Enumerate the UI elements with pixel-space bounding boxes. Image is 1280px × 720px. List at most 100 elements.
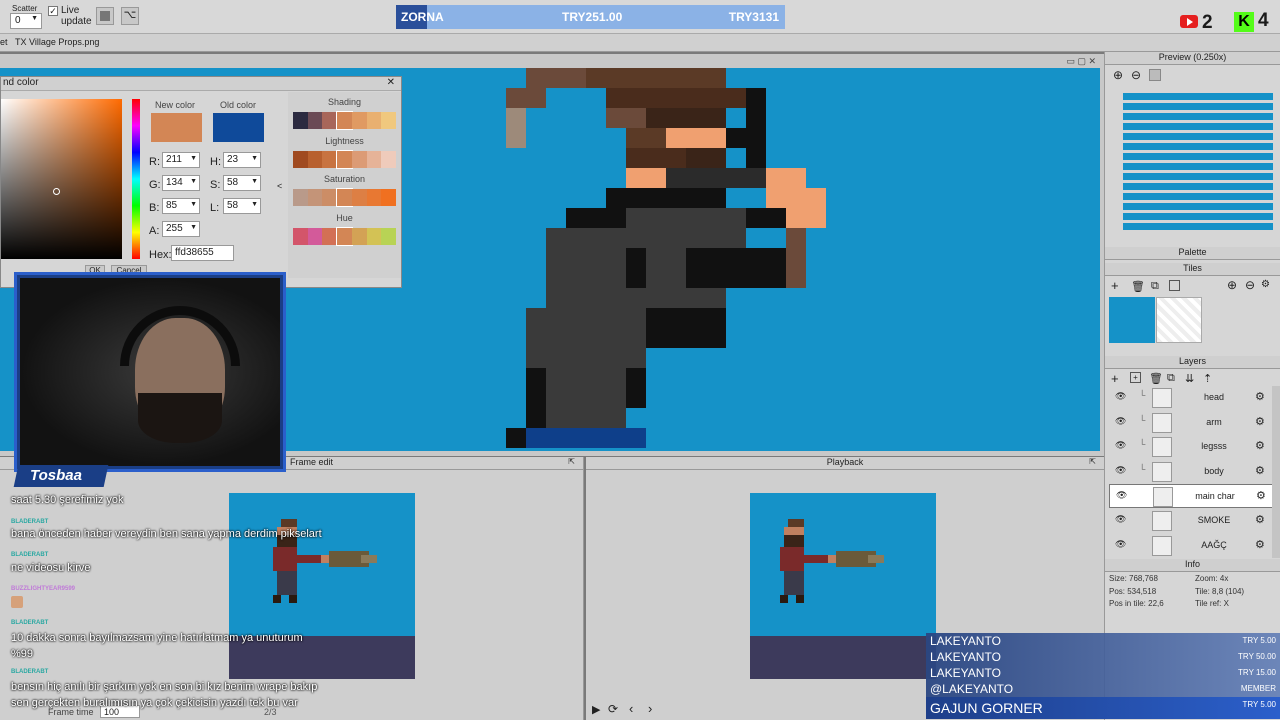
old-color-swatch[interactable] <box>213 113 264 142</box>
close-icon[interactable]: ✕ <box>387 77 395 88</box>
delete-tile-button[interactable]: 🗑 <box>1131 280 1145 293</box>
preview-grid-button[interactable] <box>1149 69 1161 81</box>
add-group-button[interactable]: + <box>1130 372 1141 383</box>
ramp-swatch[interactable] <box>322 112 338 129</box>
ramp-swatch[interactable] <box>307 151 323 168</box>
tile-empty[interactable] <box>1156 297 1202 343</box>
branch-tool-button[interactable]: ⌥ <box>121 7 139 25</box>
ramp-swatch[interactable] <box>351 228 367 245</box>
ramp-swatch[interactable] <box>351 151 367 168</box>
color-cursor[interactable] <box>53 188 60 195</box>
ramp-swatch[interactable] <box>366 112 382 129</box>
delete-layer-button[interactable]: 🗑 <box>1149 372 1163 385</box>
a-input[interactable]: 255 ▼ <box>162 221 200 237</box>
layer-row[interactable]: 👁 └ body ⚙ <box>1109 460 1274 484</box>
ramp-swatch[interactable] <box>293 151 308 168</box>
layer-row[interactable]: 👁 main char ⚙ <box>1109 484 1274 509</box>
gear-icon[interactable]: ⚙ <box>1256 489 1266 502</box>
eye-icon[interactable]: 👁 <box>1115 416 1126 427</box>
ramp-swatch[interactable] <box>293 112 308 129</box>
ramp-swatch[interactable] <box>351 112 367 129</box>
zoom-in-button[interactable]: ⊕ <box>1113 68 1123 82</box>
canvas-window-controls[interactable]: ▭ ▢ ✕ <box>1066 56 1096 67</box>
eye-icon[interactable]: 👁 <box>1115 391 1126 402</box>
eye-icon[interactable]: 👁 <box>1115 465 1126 476</box>
gear-icon[interactable]: ⚙ <box>1255 513 1265 526</box>
ramp-swatch[interactable] <box>366 151 382 168</box>
ramp-swatch[interactable] <box>322 151 338 168</box>
add-tile-button[interactable]: + <box>1111 278 1119 293</box>
ramp-swatch[interactable] <box>336 150 353 169</box>
scatter-select[interactable]: 0 ▼ <box>10 13 42 29</box>
layer-row[interactable]: 👁 └ arm ⚙ <box>1109 411 1274 435</box>
ramp-swatch[interactable] <box>366 189 382 206</box>
tiles-zoom-out-button[interactable]: ⊖ <box>1245 278 1255 292</box>
g-input[interactable]: 134 ▼ <box>162 175 200 191</box>
ramp-swatch[interactable] <box>322 189 338 206</box>
hue-slider[interactable] <box>132 99 140 259</box>
l-input[interactable]: 58 ▼ <box>223 198 261 214</box>
ramp-swatch[interactable] <box>381 151 396 168</box>
hex-input[interactable]: ffd38655 <box>171 245 234 261</box>
prev-frame-button[interactable]: ‹ <box>629 701 633 716</box>
ramp-swatch[interactable] <box>381 228 396 245</box>
layer-up-button[interactable]: ⇡ <box>1203 372 1212 385</box>
ramp-swatch[interactable] <box>307 228 323 245</box>
layers-scrollbar[interactable] <box>1272 386 1280 558</box>
saturation-ramp[interactable] <box>293 188 396 207</box>
ramp-swatch[interactable] <box>336 227 353 246</box>
ramp-swatch[interactable] <box>307 189 323 206</box>
pin-icon[interactable]: ⇱ <box>1089 457 1096 466</box>
shading-ramp[interactable] <box>293 111 396 130</box>
ramp-swatch[interactable] <box>366 228 382 245</box>
gear-icon[interactable]: ⚙ <box>1255 464 1265 477</box>
live-update-checkbox[interactable]: ✓ <box>48 6 58 16</box>
pin-icon[interactable]: ⇱ <box>568 457 575 466</box>
preview-thumbnail[interactable] <box>1123 93 1273 233</box>
ramp-swatch[interactable] <box>336 111 353 130</box>
s-input[interactable]: 58 ▼ <box>223 175 261 191</box>
eye-icon[interactable]: 👁 <box>1115 440 1126 451</box>
tile-blue[interactable] <box>1109 297 1155 343</box>
gear-icon[interactable]: ⚙ <box>1255 538 1265 551</box>
saturation-value-field[interactable] <box>1 99 122 259</box>
settings-button[interactable]: ⚙ <box>1261 279 1270 290</box>
copy-tile-button[interactable]: ⧉ <box>1151 280 1159 293</box>
gear-icon[interactable]: ⚙ <box>1255 439 1265 452</box>
h-input[interactable]: 23 ▼ <box>223 152 261 168</box>
ramp-swatch[interactable] <box>351 189 367 206</box>
tab-tileset[interactable]: et <box>0 37 8 47</box>
ramp-swatch[interactable] <box>381 189 396 206</box>
hue-ramp[interactable] <box>293 227 396 246</box>
gear-icon[interactable]: ⚙ <box>1255 415 1265 428</box>
loop-button[interactable]: ⟳ <box>608 702 618 716</box>
layer-row[interactable]: 👁 SMOKE ⚙ <box>1109 509 1274 533</box>
ramp-swatch[interactable] <box>293 228 308 245</box>
b-input[interactable]: 85 ▼ <box>162 198 200 214</box>
ramp-swatch[interactable] <box>336 188 353 207</box>
gear-icon[interactable]: ⚙ <box>1255 390 1265 403</box>
layer-tool-button[interactable] <box>96 7 114 25</box>
eye-icon[interactable]: 👁 <box>1115 539 1126 550</box>
zoom-out-button[interactable]: ⊖ <box>1131 68 1141 82</box>
tile-frame-button[interactable] <box>1169 280 1180 291</box>
duplicate-layer-button[interactable]: ⧉ <box>1167 372 1175 385</box>
collapse-arrow-icon[interactable]: < <box>277 181 282 191</box>
layer-row[interactable]: 👁 └ head ⚙ <box>1109 386 1274 410</box>
eye-icon[interactable]: 👁 <box>1115 514 1126 525</box>
add-layer-button[interactable]: + <box>1111 371 1119 386</box>
lightness-ramp[interactable] <box>293 150 396 169</box>
merge-layer-button[interactable]: ⇊ <box>1185 372 1194 385</box>
ramp-swatch[interactable] <box>322 228 338 245</box>
ramp-swatch[interactable] <box>381 112 396 129</box>
eye-icon[interactable]: 👁 <box>1116 490 1127 501</box>
next-frame-button[interactable]: › <box>648 701 652 716</box>
r-input[interactable]: 211 ▼ <box>162 152 200 168</box>
ramp-swatch[interactable] <box>307 112 323 129</box>
layer-row[interactable]: 👁 AAĞÇ ⚙ <box>1109 534 1274 558</box>
layer-row[interactable]: 👁 └ legsss ⚙ <box>1109 435 1274 459</box>
ramp-swatch[interactable] <box>293 189 308 206</box>
tab-tx-village-props[interactable]: TX Village Props.png <box>15 37 99 47</box>
play-button[interactable]: ▶ <box>592 703 600 716</box>
tiles-zoom-in-button[interactable]: ⊕ <box>1227 278 1237 292</box>
